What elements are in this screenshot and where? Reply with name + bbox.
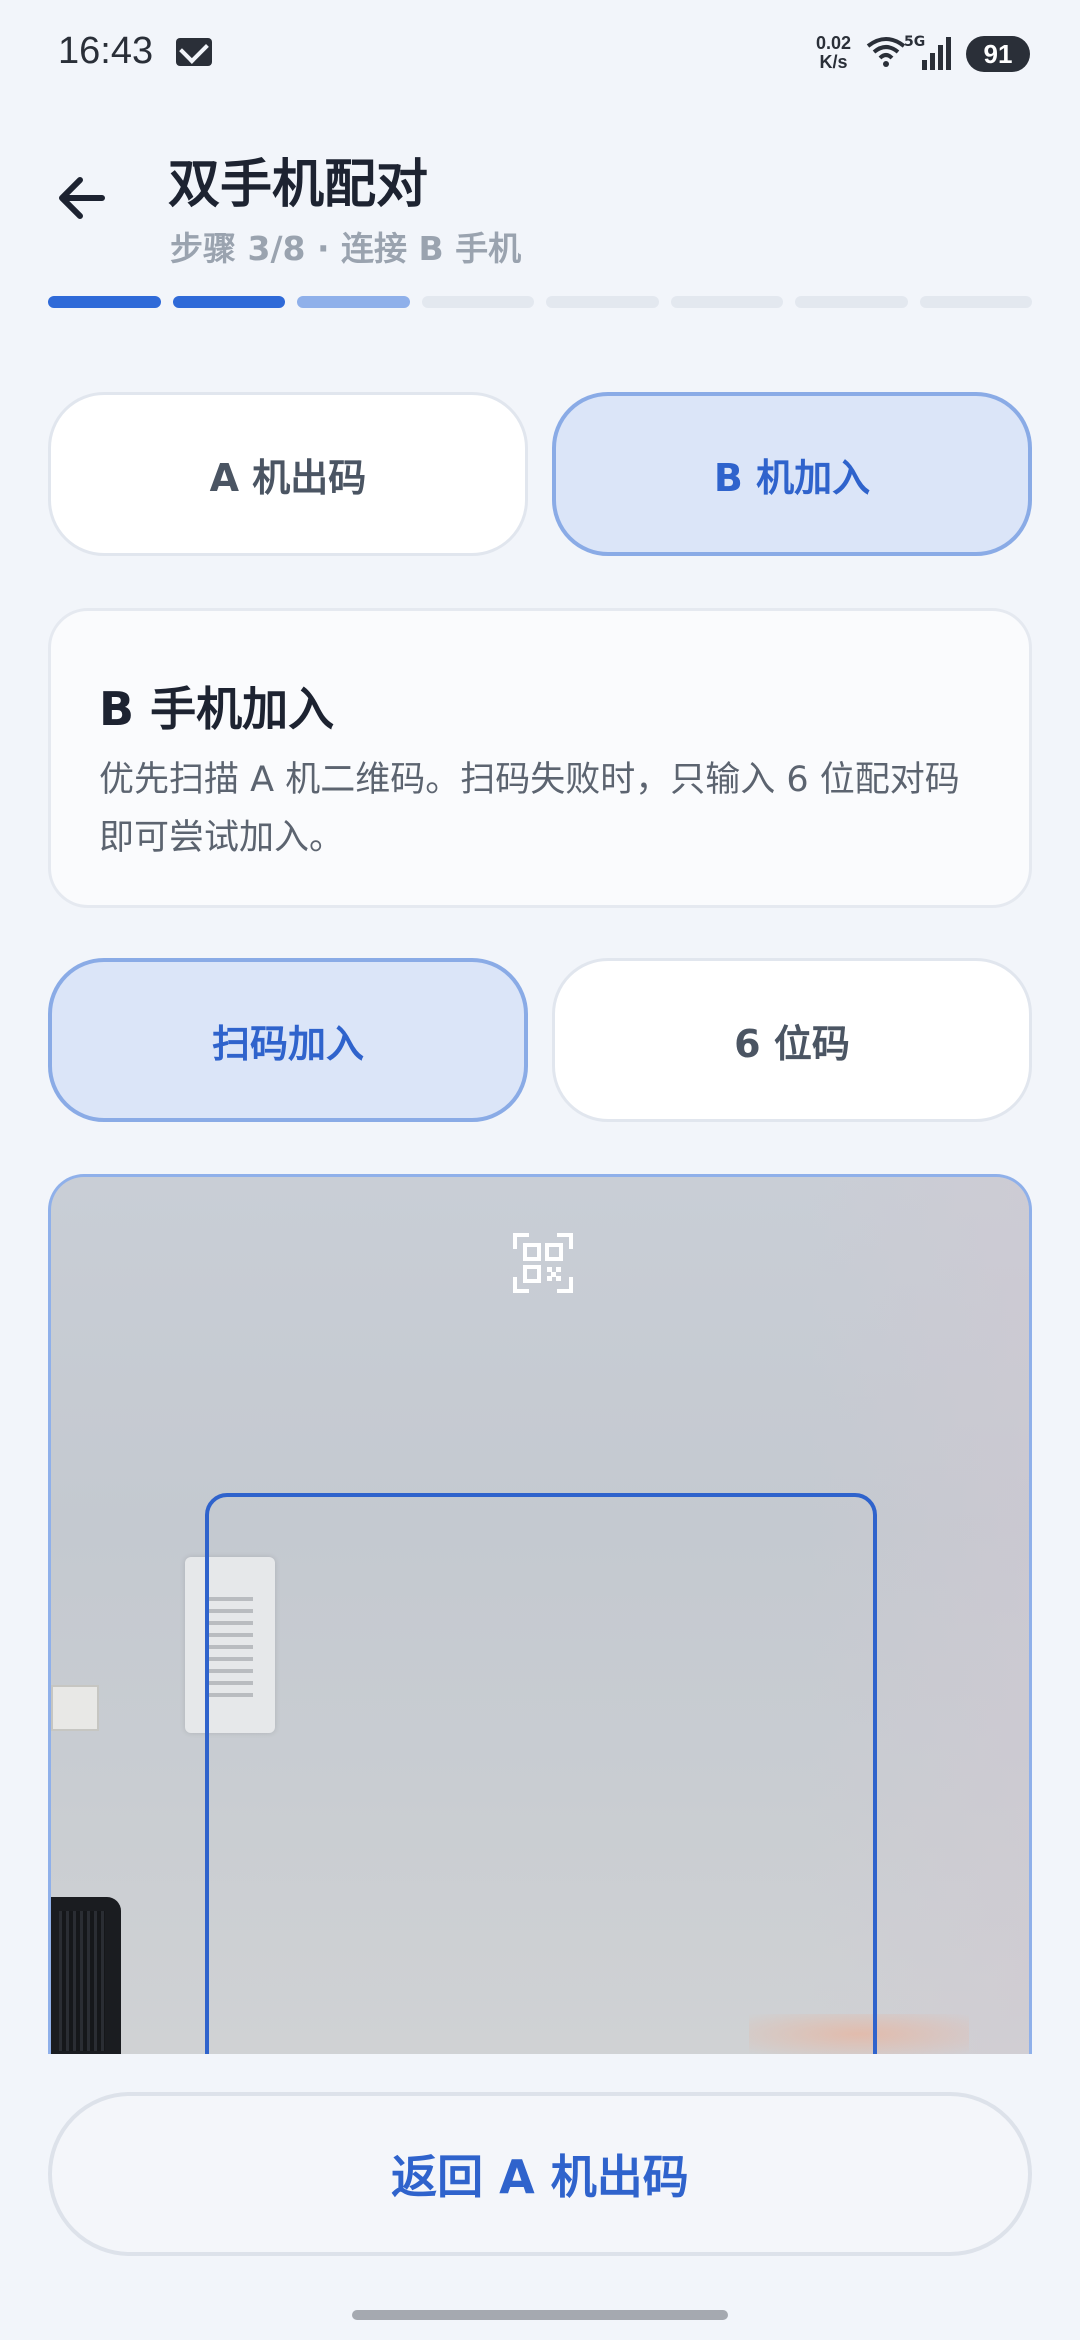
signal-icon bbox=[922, 37, 951, 70]
progress-segment-7 bbox=[795, 296, 908, 308]
step-progress-bar bbox=[48, 296, 1032, 308]
progress-segment-6 bbox=[670, 296, 783, 308]
camera-scene-chair bbox=[51, 1897, 121, 2054]
status-bar: 16:43 0.02 K/s 5G 91 bbox=[0, 0, 1080, 110]
info-card: B 手机加入 优先扫描 A 机二维码。扫码失败时，只输入 6 位配对码即可尝试加… bbox=[48, 608, 1032, 908]
camera-preview[interactable] bbox=[48, 1174, 1032, 2054]
info-card-description: 优先扫描 A 机二维码。扫码失败时，只输入 6 位配对码即可尝试加入。 bbox=[99, 760, 960, 858]
network-speed: 0.02 K/s bbox=[816, 34, 851, 72]
home-indicator[interactable] bbox=[352, 2310, 728, 2320]
info-card-title: B 手机加入 bbox=[99, 682, 335, 736]
tab-b-join[interactable]: B 机加入 bbox=[552, 392, 1032, 556]
camera-scene-switch bbox=[51, 1685, 99, 1731]
qr-scan-icon bbox=[513, 1233, 573, 1293]
back-to-a-code-button[interactable]: 返回 A 机出码 bbox=[48, 2092, 1032, 2256]
network-speed-unit: K/s bbox=[819, 52, 848, 72]
scan-frame bbox=[205, 1493, 877, 2054]
page-title: 双手机配对 bbox=[168, 155, 429, 215]
wifi-icon bbox=[866, 37, 906, 67]
mail-icon bbox=[176, 38, 212, 66]
tab-scan-join[interactable]: 扫码加入 bbox=[48, 958, 528, 1122]
back-arrow-icon[interactable] bbox=[52, 166, 116, 230]
progress-segment-3 bbox=[297, 296, 410, 308]
battery-indicator: 91 bbox=[966, 36, 1030, 72]
step-subtitle: 步骤 3/8 · 连接 B 手机 bbox=[170, 229, 522, 268]
progress-segment-1 bbox=[48, 296, 161, 308]
tab-six-digit-code[interactable]: 6 位码 bbox=[552, 958, 1032, 1122]
progress-segment-8 bbox=[919, 296, 1032, 308]
tab-a-show-code[interactable]: A 机出码 bbox=[48, 392, 528, 556]
network-speed-value: 0.02 bbox=[816, 33, 852, 53]
progress-segment-4 bbox=[421, 296, 534, 308]
progress-segment-5 bbox=[546, 296, 659, 308]
status-time: 16:43 bbox=[58, 30, 154, 72]
progress-segment-2 bbox=[172, 296, 285, 308]
